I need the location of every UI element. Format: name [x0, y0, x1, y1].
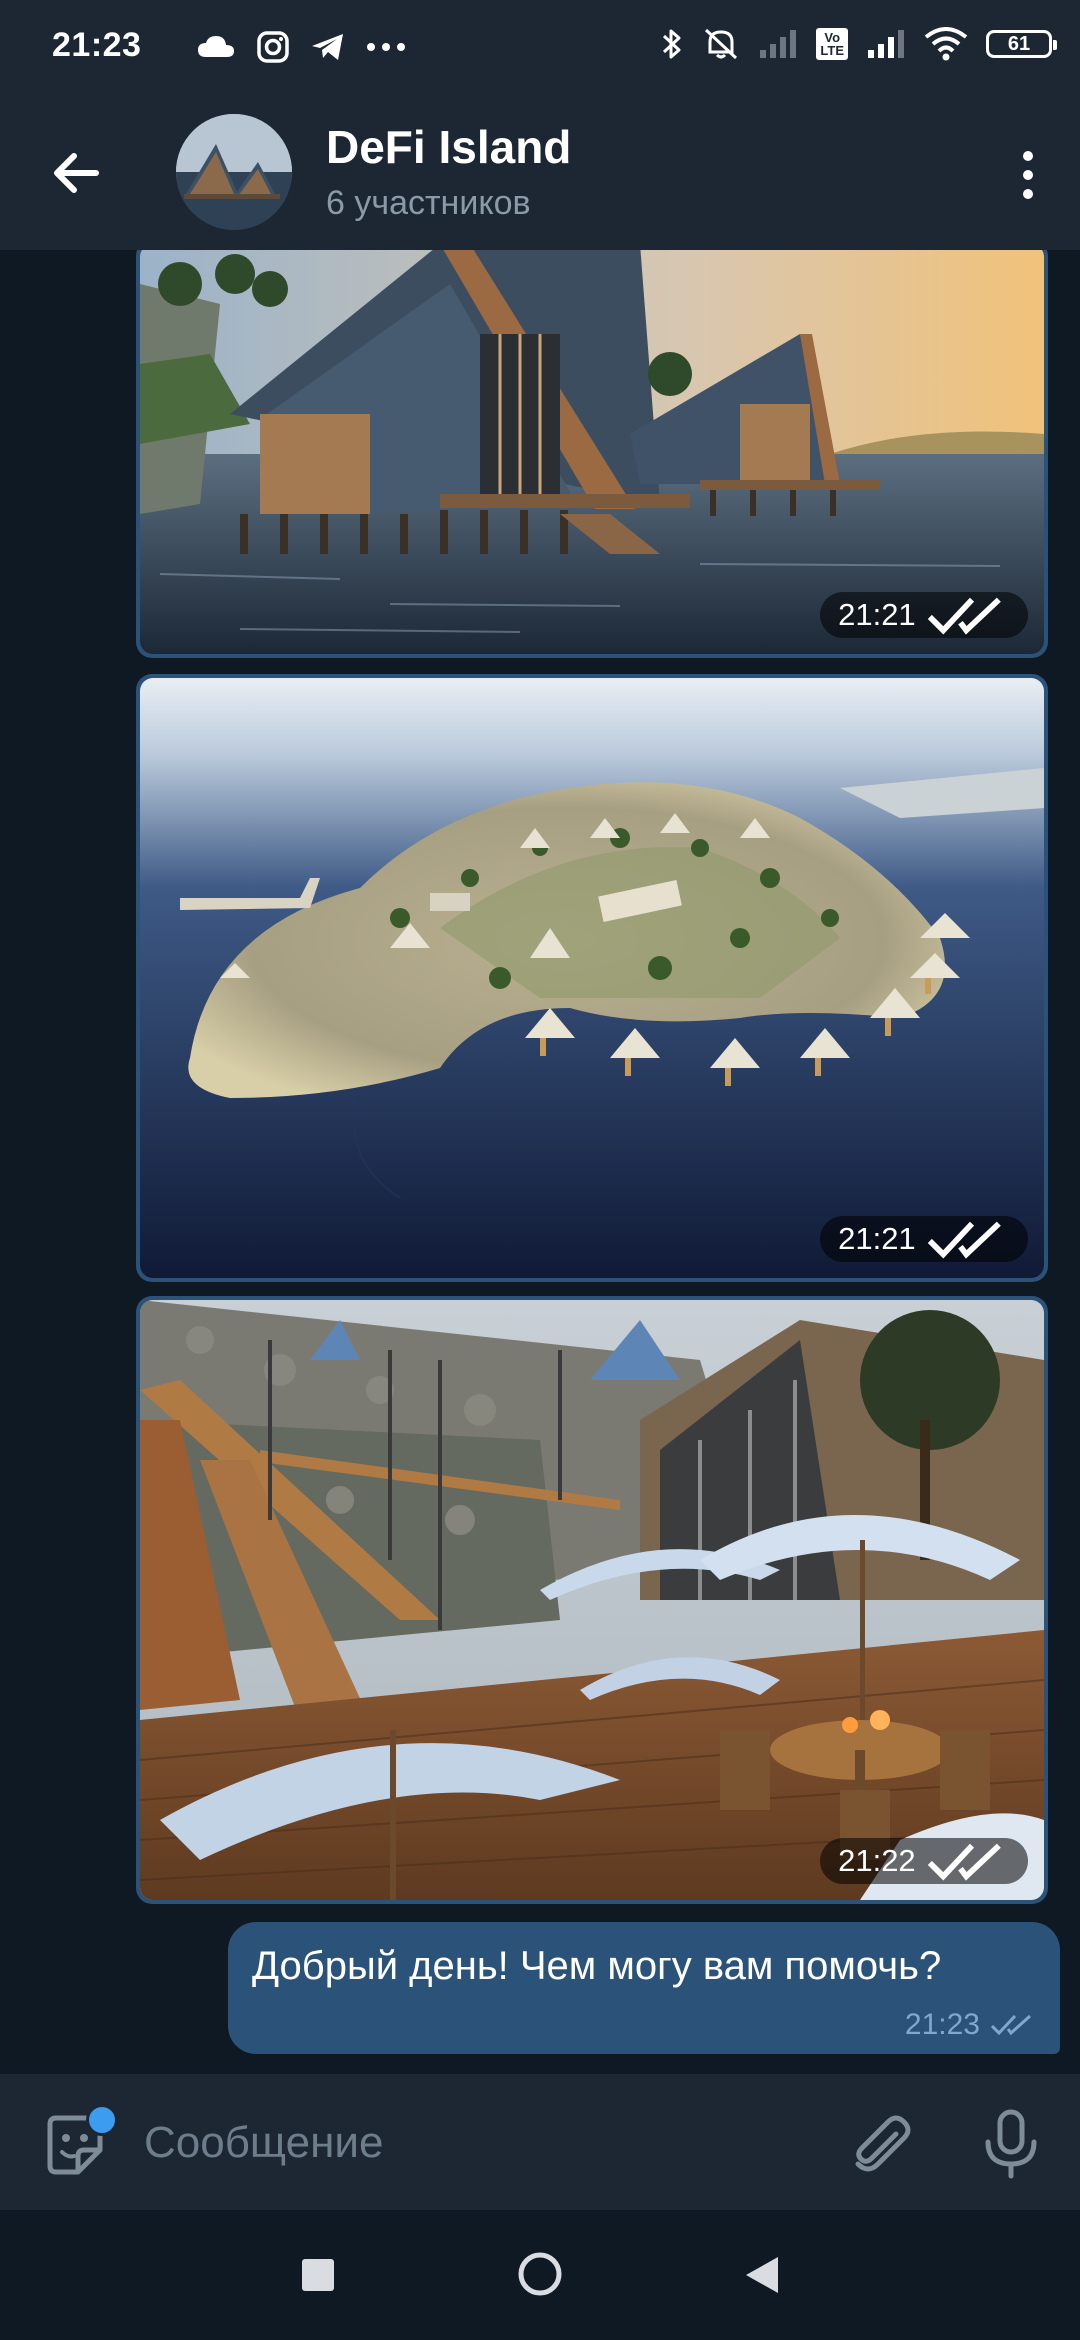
avatar-image	[176, 114, 292, 230]
message-input[interactable]	[142, 2104, 786, 2182]
double-check-icon	[927, 1843, 1001, 1881]
message-text: Добрый день! Чем могу вам помочь?	[252, 1944, 942, 1988]
double-check-icon	[927, 1221, 1001, 1259]
message-time-pill: 21:21	[820, 1216, 1028, 1262]
chat-header: DeFi Island 6 участников	[0, 96, 1080, 250]
bluetooth-icon	[663, 29, 681, 59]
signal-icon	[760, 30, 797, 58]
volte-icon: Vo LTE	[816, 28, 848, 60]
wifi-icon	[924, 27, 968, 61]
photo-lake-houses[interactable]: 21:21	[140, 250, 1044, 654]
more-vertical-icon[interactable]	[998, 142, 1058, 208]
circle-icon[interactable]	[517, 2251, 563, 2297]
photo-message[interactable]: 21:21	[136, 674, 1048, 1282]
square-icon[interactable]	[302, 2259, 334, 2291]
text-message[interactable]: Добрый день! Чем могу вам помочь? 21:23	[228, 1922, 1060, 2054]
battery-indicator: 61	[986, 30, 1057, 58]
message-time-pill: 21:21	[820, 592, 1028, 638]
triangle-back-icon[interactable]	[744, 2255, 780, 2295]
status-time: 21:23	[52, 26, 142, 64]
chat-title[interactable]: DeFi Island	[326, 120, 571, 174]
photo-terrace-umbrellas[interactable]: 21:22	[140, 1300, 1044, 1900]
message-meta: 21:23	[905, 2008, 1036, 2042]
message-list[interactable]: 21:21 21:21 21:22 Добрый день! Чем могу …	[0, 250, 1080, 2074]
paperclip-icon[interactable]	[848, 2112, 914, 2178]
photo-island-aerial[interactable]: 21:21	[140, 678, 1044, 1278]
status-right-icons: Vo LTE 61	[660, 26, 1057, 62]
message-time: 21:21	[838, 1221, 916, 1256]
status-bar: 21:23 Vo LTE 61	[0, 0, 1080, 96]
avatar[interactable]	[176, 114, 292, 230]
status-left-icons	[196, 30, 406, 64]
message-time: 21:23	[904, 2008, 980, 2041]
message-time: 21:22	[838, 1843, 916, 1878]
message-input-bar	[0, 2074, 1080, 2210]
more-dots-icon	[367, 43, 405, 51]
telegram-icon	[312, 34, 343, 60]
photo-message[interactable]: 21:21	[136, 250, 1048, 658]
photo-message[interactable]: 21:22	[136, 1296, 1048, 1904]
message-time-pill: 21:22	[820, 1838, 1028, 1884]
microphone-icon[interactable]	[978, 2108, 1044, 2180]
message-time: 21:21	[838, 597, 916, 632]
arrow-left-icon[interactable]	[40, 136, 114, 210]
system-nav-bar	[0, 2210, 1080, 2340]
signal-icon	[868, 30, 904, 58]
instagram-icon	[257, 31, 289, 63]
member-count: 6 участников	[326, 184, 531, 222]
double-check-icon	[990, 2014, 1032, 2036]
notification-dot	[86, 2104, 118, 2136]
cloud-icon	[198, 36, 234, 57]
double-check-icon	[927, 597, 1001, 635]
silent-mode-icon	[705, 28, 738, 60]
